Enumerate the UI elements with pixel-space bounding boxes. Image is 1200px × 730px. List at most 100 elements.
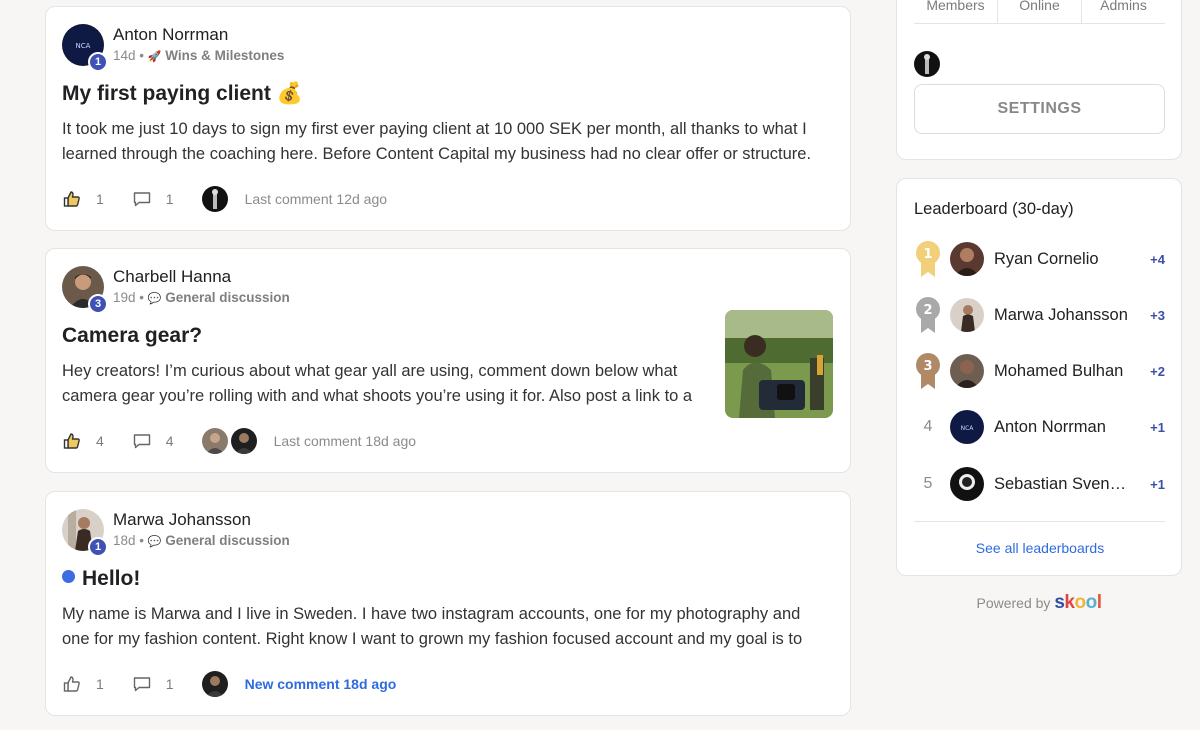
member-avatar[interactable] xyxy=(950,298,984,332)
commenter-avatar[interactable] xyxy=(230,428,257,454)
member-avatar[interactable] xyxy=(950,242,984,276)
leaderboard-row[interactable]: 4 NCA Anton Norrman +1 xyxy=(914,409,1165,445)
author-avatar[interactable]: 3 xyxy=(62,266,108,314)
post-meta: 19d • 💬 General discussion xyxy=(113,290,290,305)
post-title[interactable]: Camera gear? xyxy=(62,324,202,348)
member-name[interactable]: Mohamed Bulhan xyxy=(994,362,1131,381)
member-points: +1 xyxy=(1150,419,1165,435)
speech-bubble-icon: 💬 xyxy=(147,536,162,548)
post-actions: 4 4 Last comment 18d ago xyxy=(62,427,416,455)
silver-medal-icon: 2 xyxy=(914,296,942,334)
commenter-avatar[interactable] xyxy=(201,428,228,454)
post-card[interactable]: 3 Charbell Hanna 19d • 💬 General discuss… xyxy=(45,248,851,473)
admins-stat[interactable]: Admins xyxy=(1081,0,1165,23)
new-comment-link[interactable]: New comment 18d ago xyxy=(245,676,397,692)
member-points: +4 xyxy=(1150,251,1165,267)
category-label[interactable]: Wins & Milestones xyxy=(165,48,284,63)
member-name[interactable]: Sebastian Svensson xyxy=(994,475,1131,494)
member-name[interactable]: Marwa Johansson xyxy=(994,306,1131,325)
post-title[interactable]: My first paying client 💰 xyxy=(62,82,303,106)
skool-logo[interactable]: skool xyxy=(1054,592,1102,613)
post-header: NCA 1 Anton Norrman 14d • 🚀 Wins & Miles… xyxy=(62,24,285,72)
member-name[interactable]: Ryan Cornelio xyxy=(994,250,1131,269)
post-thumbnail[interactable] xyxy=(725,310,833,418)
leaderboard-row[interactable]: 1 Ryan Cornelio +4 xyxy=(914,241,1165,277)
post-age: 19d xyxy=(113,290,136,305)
like-icon[interactable] xyxy=(62,674,82,694)
see-all-leaderboards-link[interactable]: See all leaderboards xyxy=(897,540,1183,556)
leaderboard-row[interactable]: 2 Marwa Johansson +3 xyxy=(914,297,1165,333)
author-name[interactable]: Marwa Johansson xyxy=(113,510,290,530)
online-stat[interactable]: Online xyxy=(997,0,1081,23)
leaderboard-card: Leaderboard (30-day) 1 Ryan Cornelio +4 … xyxy=(896,178,1182,576)
post-age: 14d xyxy=(113,48,136,63)
post-body: It took me just 10 days to sign my first… xyxy=(62,120,812,163)
gold-medal-icon: 1 xyxy=(914,240,942,278)
comment-icon[interactable] xyxy=(132,189,152,209)
post-body: My name is Marwa and I live in Sweden. I… xyxy=(62,605,803,648)
member-points: +3 xyxy=(1150,307,1165,323)
leaderboard-row[interactable]: 5 Sebastian Svensson +1 xyxy=(914,466,1165,502)
member-avatar[interactable]: NCA xyxy=(950,410,984,444)
rank-number: 5 xyxy=(923,475,933,492)
level-badge: 3 xyxy=(88,294,108,314)
author-avatar[interactable]: 1 xyxy=(62,509,108,557)
commenter-avatar[interactable] xyxy=(201,671,228,697)
post-age: 18d xyxy=(113,533,136,548)
like-icon[interactable] xyxy=(62,189,82,209)
svg-text:3: 3 xyxy=(923,359,932,374)
admin-avatar[interactable] xyxy=(914,51,940,77)
category-label[interactable]: General discussion xyxy=(165,533,290,548)
rocket-icon: 🚀 xyxy=(147,51,162,63)
unread-dot xyxy=(62,570,75,583)
group-stats: Members Online Admins xyxy=(914,0,1165,24)
post-card[interactable]: NCA 1 Anton Norrman 14d • 🚀 Wins & Miles… xyxy=(45,6,851,231)
post-card[interactable]: 1 Marwa Johansson 18d • 💬 General discus… xyxy=(45,491,851,716)
member-points: +1 xyxy=(1150,476,1165,492)
comment-icon[interactable] xyxy=(132,431,152,451)
last-comment: Last comment 12d ago xyxy=(244,191,388,207)
powered-by[interactable]: Powered by skool xyxy=(896,592,1182,614)
members-stat[interactable]: Members xyxy=(914,0,997,23)
member-avatar[interactable] xyxy=(950,467,984,501)
speech-bubble-icon: 💬 xyxy=(147,293,162,305)
comment-icon[interactable] xyxy=(132,674,152,694)
like-count: 1 xyxy=(96,191,104,207)
svg-text:2: 2 xyxy=(923,303,932,318)
post-title[interactable]: Hello! xyxy=(62,567,140,591)
bronze-medal-icon: 3 xyxy=(914,352,942,390)
post-actions: 1 1 New comment 18d ago xyxy=(62,670,396,698)
group-info-card: Members Online Admins SETTINGS xyxy=(896,0,1182,160)
leaderboard-title: Leaderboard (30-day) xyxy=(914,200,1074,218)
post-header: 1 Marwa Johansson 18d • 💬 General discus… xyxy=(62,509,290,557)
like-count: 1 xyxy=(96,676,104,692)
last-comment: Last comment 18d ago xyxy=(273,433,417,449)
commenter-avatar[interactable] xyxy=(201,186,228,212)
author-avatar[interactable]: NCA 1 xyxy=(62,24,108,72)
post-meta: 14d • 🚀 Wins & Milestones xyxy=(113,48,285,63)
divider xyxy=(914,521,1165,522)
author-name[interactable]: Anton Norrman xyxy=(113,25,284,45)
level-badge: 1 xyxy=(88,537,108,557)
post-actions: 1 1 Last comment 12d ago xyxy=(62,185,387,213)
rank-number: 4 xyxy=(923,418,933,435)
svg-text:NCA: NCA xyxy=(961,425,975,432)
category-label[interactable]: General discussion xyxy=(165,290,290,305)
settings-button[interactable]: SETTINGS xyxy=(914,84,1165,134)
member-name[interactable]: Anton Norrman xyxy=(994,418,1131,437)
member-avatar[interactable] xyxy=(950,354,984,388)
like-count: 4 xyxy=(96,433,104,449)
comment-count: 1 xyxy=(165,191,174,207)
level-badge: 1 xyxy=(88,52,108,72)
post-body: Hey creators! I’m curious about what gea… xyxy=(62,362,693,405)
author-name[interactable]: Charbell Hanna xyxy=(113,267,290,287)
comment-count: 1 xyxy=(165,676,174,692)
post-meta: 18d • 💬 General discussion xyxy=(113,533,290,548)
like-icon[interactable] xyxy=(62,431,82,451)
leaderboard-row[interactable]: 3 Mohamed Bulhan +2 xyxy=(914,353,1165,389)
member-points: +2 xyxy=(1150,363,1165,379)
powered-by-label: Powered by xyxy=(976,595,1051,611)
svg-text:NCA: NCA xyxy=(76,42,91,50)
svg-text:1: 1 xyxy=(923,247,932,262)
post-header: 3 Charbell Hanna 19d • 💬 General discuss… xyxy=(62,266,290,314)
